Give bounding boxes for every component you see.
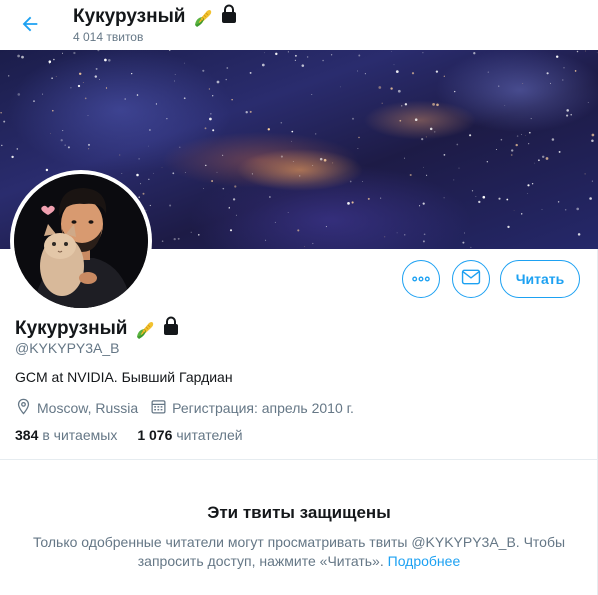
tweets-count: 4 014 твитов [73,30,144,44]
header-name: Кукурузный [73,6,186,27]
followers-count: 1 076 [137,427,173,443]
lock-icon [220,4,238,30]
more-options-button[interactable] [402,260,440,298]
message-button[interactable] [452,260,490,298]
location-pin-icon [15,398,32,418]
followers-link[interactable]: 1 076 читателей [137,427,242,443]
avatar-image [14,174,148,308]
corn-icon [134,318,156,340]
profile-handle: @KYKYPY3A_B [15,340,120,356]
learn-more-link[interactable]: Подробнее [388,553,461,569]
back-button[interactable] [12,8,48,44]
location-text: Moscow, Russia [37,400,139,416]
protected-title: Эти твиты защищены [207,503,391,522]
arrow-left-icon [19,13,41,40]
profile-avatar[interactable] [10,170,152,312]
header-title: Кукурузный [73,4,238,30]
lock-icon [162,316,180,342]
profile-meta: Moscow, Russia Регистрация: апрель 2010 … [15,398,366,418]
profile-bio: GCM at NVIDIA. Бывший Гардиан [15,369,233,385]
follow-button[interactable]: Читать [500,260,580,298]
protected-text: Только одобренные читатели могут просмат… [20,533,578,571]
profile-stats: 384 в читаемых 1 076 читателей [15,427,243,443]
mail-icon [461,269,481,290]
following-count: 384 [15,427,39,443]
calendar-icon [150,398,167,418]
protected-description: Только одобренные читатели могут просмат… [32,534,566,569]
profile-location: Moscow, Russia [15,398,138,418]
profile-joined: Регистрация: апрель 2010 г. [150,398,354,418]
profile-name: Кукурузный [15,316,180,342]
joined-text: Регистрация: апрель 2010 г. [172,400,354,416]
following-link[interactable]: 384 в читаемых [15,427,117,443]
followers-label: читателей [176,427,243,443]
profile-name-text: Кукурузный [15,318,128,339]
following-label: в читаемых [42,427,118,443]
more-horizontal-icon [412,270,430,288]
profile-header-bar: Кукурузный 4 014 твитов [0,0,598,50]
section-divider [0,459,598,460]
corn-icon [192,6,214,28]
